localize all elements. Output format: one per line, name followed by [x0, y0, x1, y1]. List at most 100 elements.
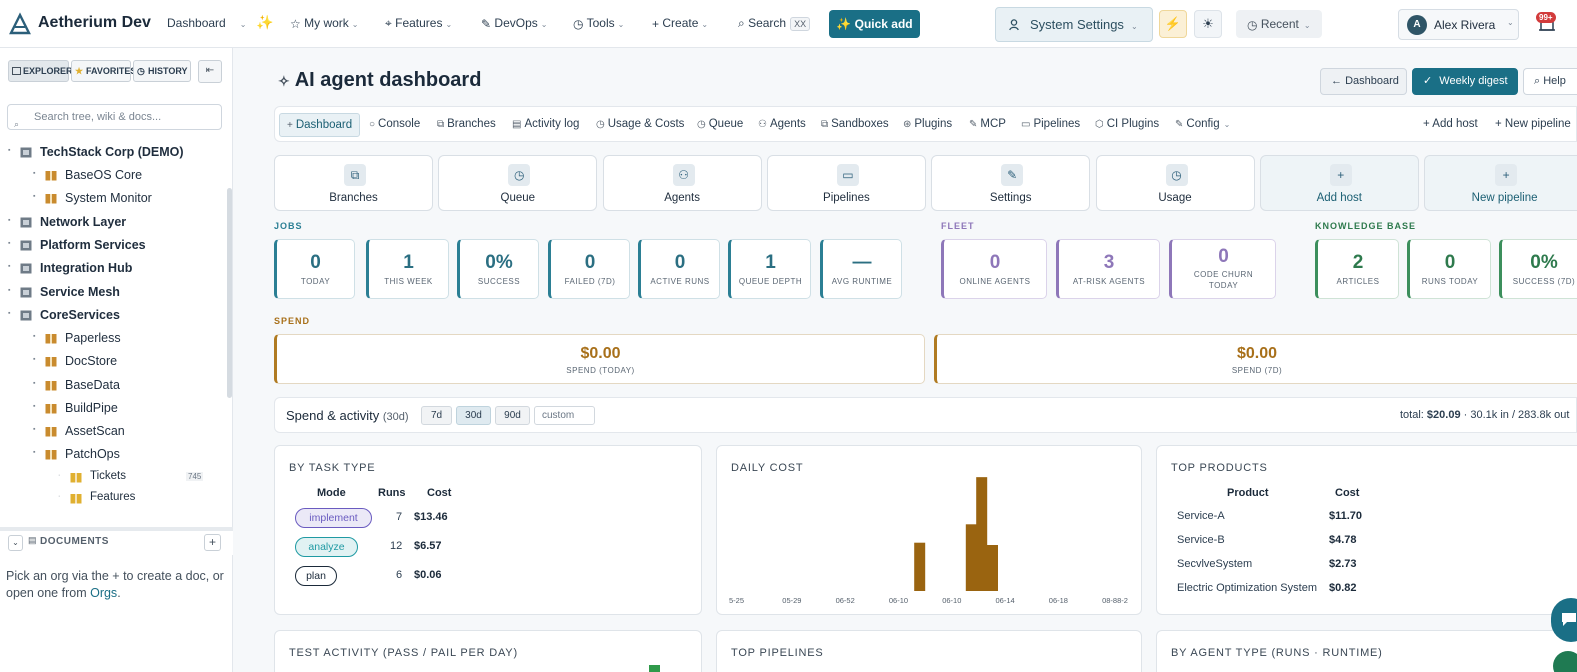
top-bar: Aetherium Dev Dashboard ⌄ ✨ ☆ My work ⌄ ⌖ … — [0, 0, 1577, 48]
quick-card-label: New pipeline — [1471, 192, 1538, 204]
mode-badge[interactable]: analyze — [295, 537, 358, 557]
tab-favorites[interactable]: ★ FAVORITES — [71, 60, 136, 82]
features-icon: ⌖ — [385, 16, 392, 31]
tab-ci-plugins[interactable]: ⬡ CI Plugins — [1095, 118, 1159, 130]
tab-queue[interactable]: ◷ Queue — [697, 118, 743, 130]
sparkle-icon[interactable]: ✨ — [256, 14, 273, 31]
stat-value: 1 — [765, 252, 776, 273]
new-pipeline-link[interactable]: + New pipeline — [1495, 118, 1571, 130]
range-90d[interactable]: 90d — [495, 406, 530, 425]
cost-bar[interactable] — [976, 477, 988, 591]
branches-icon: ⧉ — [437, 119, 445, 130]
tree-item[interactable]: ▪ CoreServices — [0, 307, 225, 325]
spend-total: total: $20.09 · 30.1k in / 283.8k out — [1400, 409, 1570, 421]
tree-item[interactable]: ▪ PatchOps — [0, 446, 225, 464]
sun-icon[interactable]: ☀ — [1194, 10, 1222, 38]
add-document-button[interactable]: + — [204, 534, 221, 551]
tab-plugins[interactable]: ⊛ Plugins — [903, 118, 952, 130]
tab-console[interactable]: ○ Console — [369, 118, 420, 130]
tab-mcp[interactable]: ✎ MCP — [969, 118, 1006, 130]
collapse-sidebar-button[interactable]: ⇤ — [198, 60, 222, 83]
custom-range-input[interactable]: custom — [534, 406, 595, 425]
quick-card-new-pipeline[interactable]: + New pipeline — [1424, 155, 1577, 211]
mode-badge[interactable]: implement — [295, 508, 372, 528]
stat-label: SUCCESS (7D) — [1512, 277, 1576, 286]
tree-item[interactable]: ▪ TechStack Corp (DEMO) — [0, 144, 225, 162]
quick-card-settings[interactable]: ✎ Settings — [931, 155, 1091, 211]
tab-config[interactable]: ✎ Config ⌄ — [1175, 118, 1230, 130]
expand-icon: ▪ — [8, 147, 11, 154]
lightning-icon[interactable]: ⚡ — [1159, 10, 1187, 38]
quick-card-usage[interactable]: ◷ Usage — [1095, 155, 1255, 211]
quick-card-add-host[interactable]: + Add host — [1259, 155, 1419, 211]
tree-item-label: Network Layer — [40, 215, 127, 229]
quick-card-pipelines[interactable]: ▭ Pipelines — [766, 155, 926, 211]
orgs-link[interactable]: Orgs — [90, 586, 117, 600]
tree-item[interactable]: ▪ BuildPipe — [0, 400, 225, 418]
tab-sandboxes[interactable]: ⧉ Sandboxes — [821, 118, 889, 130]
weekly-digest-button[interactable]: ✓ Weekly digest — [1412, 68, 1518, 95]
nav-search[interactable]: ⌕ Search XX — [738, 16, 811, 31]
cost-bar[interactable] — [987, 545, 998, 591]
stat-label: ONLINE AGENTS — [959, 277, 1031, 286]
daily-cost-panel: DAILY COST 5-25 05-29 06-52 06-10 06-10 06-14… — [716, 445, 1142, 615]
help-button[interactable]: ⌕ Help — [1523, 68, 1577, 95]
documents-hint: Pick an org via the + to create a doc, o… — [6, 569, 224, 600]
tree-item[interactable]: · Tickets 745 — [0, 469, 225, 487]
kb-stat-card: 2 ARTICLES — [1315, 239, 1399, 299]
dashboard-button[interactable]: ← Dashboard — [1320, 68, 1407, 95]
tab-explorer[interactable]: EXPLORER — [8, 60, 73, 82]
tree-item[interactable]: ▪ Paperless — [0, 330, 225, 348]
tab-agents[interactable]: ⚇ Agents — [758, 118, 806, 130]
tree-item[interactable]: ▪ System Monitor — [0, 190, 225, 208]
panel-title: BY AGENT TYPE (RUNS · RUNTIME) — [1171, 647, 1383, 659]
cost-bar[interactable] — [965, 524, 977, 591]
tab-history[interactable]: ◷ HISTORY — [133, 60, 191, 82]
sidebar-scrollbar[interactable] — [227, 188, 232, 398]
quick-card-branches[interactable]: ⧉ Branches — [274, 155, 433, 211]
cost-bar[interactable] — [914, 542, 926, 591]
tree-item[interactable]: ▪ Service Mesh — [0, 284, 225, 302]
nav-tools[interactable]: ◷ Tools ⌄ — [573, 16, 624, 31]
nav-devops[interactable]: ✎ DevOps ⌄ — [481, 16, 547, 31]
tree-item[interactable]: · Features — [0, 490, 225, 508]
nav-create[interactable]: + Create ⌄ — [652, 16, 708, 31]
stat-value: 0 — [1218, 246, 1229, 267]
stat-label: QUEUE DEPTH — [738, 277, 803, 286]
sidebar-search-input[interactable]: ⌕ Search tree, wiki & docs... — [7, 104, 222, 130]
tree-item[interactable]: ▪ Platform Services — [0, 237, 225, 255]
nav-dashboard[interactable]: Dashboard ⌄ — [167, 16, 246, 30]
chevron-down-icon[interactable]: ⌄ — [8, 535, 23, 551]
app-title[interactable]: Aetherium Dev — [38, 14, 151, 32]
system-settings-button[interactable]: System Settings ⌄ — [995, 7, 1153, 42]
org-icon — [20, 217, 32, 228]
quick-card-queue[interactable]: ◷ Queue — [438, 155, 598, 211]
mode-badge[interactable]: plan — [295, 566, 337, 586]
tab-pipelines[interactable]: ▭ Pipelines — [1021, 118, 1080, 130]
tab-label: Console — [378, 118, 421, 130]
nav-my-work[interactable]: ☆ My work ⌄ — [290, 16, 358, 31]
queue-icon: ◷ — [697, 119, 706, 130]
range-7d[interactable]: 7d — [421, 406, 452, 425]
stat-label: ARTICLES — [1336, 277, 1380, 286]
nav-features[interactable]: ⌖ Features ⌄ — [385, 16, 452, 31]
quick-card-agents[interactable]: ⚇ Agents — [602, 155, 762, 211]
recent-button[interactable]: ◷ Recent ⌄ — [1236, 10, 1322, 38]
stat-value: — — [852, 252, 872, 273]
quick-add-button[interactable]: ✨ Quick add — [829, 10, 920, 38]
user-menu[interactable]: A Alex Rivera ⌄ — [1398, 9, 1519, 40]
tree-item[interactable]: ▪ Integration Hub — [0, 260, 225, 278]
tab-branches[interactable]: ⧉ Branches — [437, 118, 496, 130]
tree-item[interactable]: ▪ Network Layer — [0, 214, 225, 232]
range-30d[interactable]: 30d — [456, 406, 491, 425]
tree-item[interactable]: ▪ BaseOS Core — [0, 167, 225, 185]
tree-item[interactable]: ▪ AssetScan — [0, 423, 225, 441]
star-icon: ★ — [75, 66, 84, 76]
tab-usage-costs[interactable]: ◷ Usage & Costs — [596, 118, 684, 130]
aetherium-logo-icon[interactable] — [8, 12, 32, 36]
tab-activity-log[interactable]: ▤ Activity log — [512, 118, 579, 130]
tree-item[interactable]: ▪ BaseData — [0, 377, 225, 395]
add-host-link[interactable]: + Add host — [1423, 118, 1478, 130]
tree-item[interactable]: ▪ DocStore — [0, 353, 225, 371]
tab-dashboard[interactable]: + Dashboard — [279, 113, 361, 137]
